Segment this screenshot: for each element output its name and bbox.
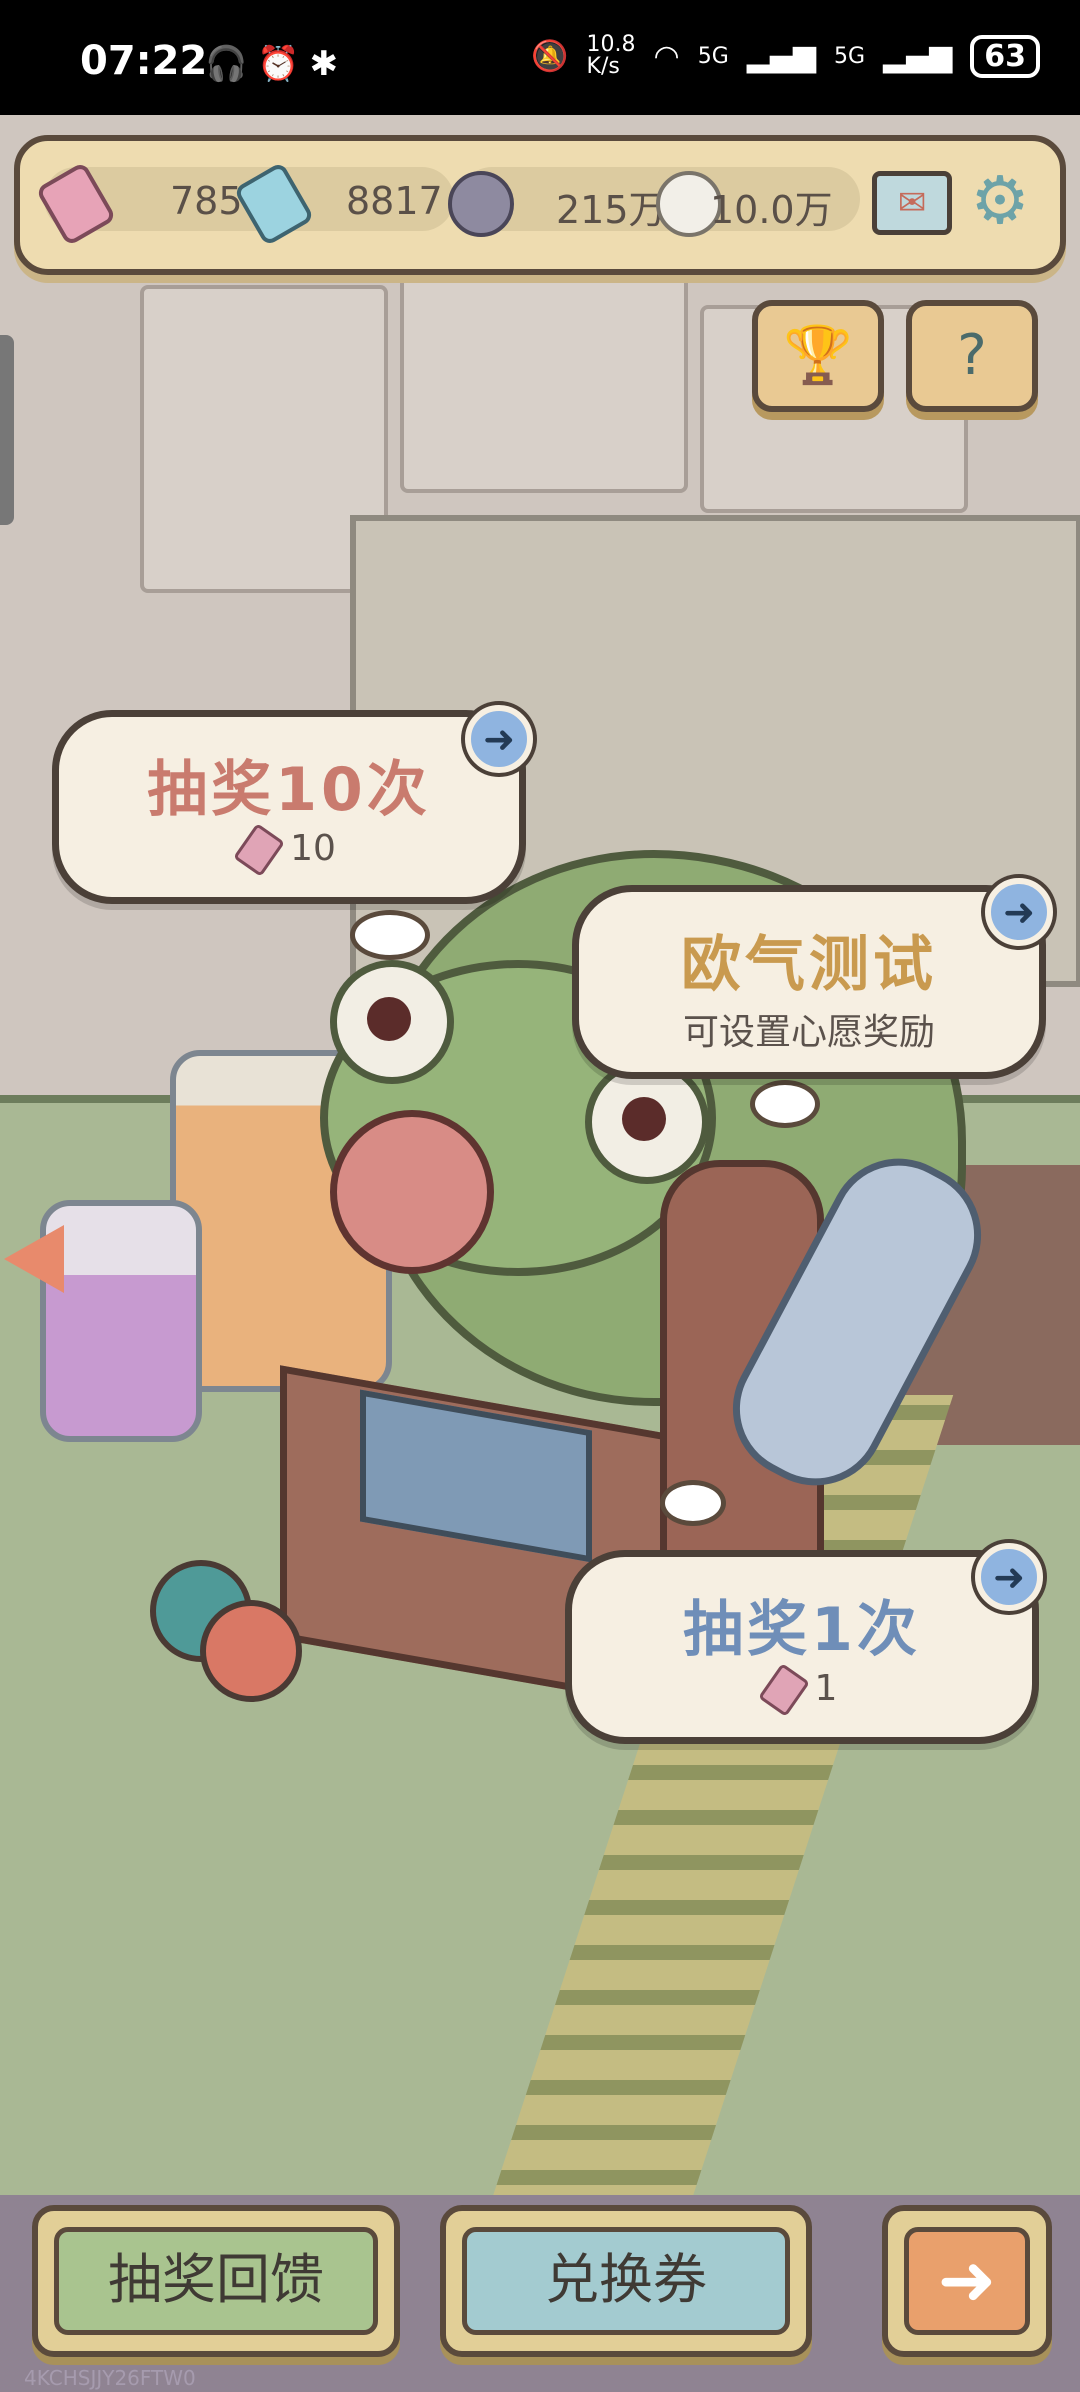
right-arrow-icon: ➜ bbox=[904, 2227, 1030, 2335]
white-drop-count: 10.0万 bbox=[710, 188, 833, 232]
draw-10-title: 抽奖10次 bbox=[147, 755, 431, 825]
signal-2: 5G bbox=[833, 43, 866, 69]
currency-bar: 785 8817 215万 10.0万 ✉ ⚙ bbox=[14, 135, 1066, 275]
thought-dot bbox=[750, 1080, 820, 1128]
signal-1: 5G bbox=[697, 43, 729, 69]
wall-plank bbox=[400, 265, 688, 493]
draw-10-arrow-icon[interactable]: ➜ bbox=[465, 705, 533, 773]
luck-test-subtitle: 可设置心愿奖励 bbox=[682, 1012, 935, 1053]
gear-icon[interactable]: ⚙ bbox=[964, 165, 1036, 237]
feedback-label: 抽奖回馈 bbox=[54, 2227, 378, 2335]
pupil bbox=[367, 997, 411, 1041]
status-right: 🔕 10.8 K/s ◠ 5G ▂▄▆ 5G ▂▄▆ 63 bbox=[531, 34, 1040, 78]
feedback-button[interactable]: 抽奖回馈 bbox=[32, 2205, 400, 2357]
pupil bbox=[622, 1097, 666, 1141]
signal-bars-1-icon: ▂▄▆ bbox=[746, 38, 816, 74]
blue-ticket-count: 8817 bbox=[346, 179, 443, 223]
trophy-button[interactable]: 🏆 bbox=[752, 300, 884, 412]
draw-1-cost-value: 1 bbox=[814, 1668, 838, 1709]
dark-drop-count: 215万 bbox=[556, 188, 667, 232]
next-button[interactable]: ➜ bbox=[882, 2205, 1052, 2357]
frog-eye-left bbox=[330, 960, 454, 1084]
coupon-label: 兑换券 bbox=[462, 2227, 790, 2335]
draw-1-cost: 1 bbox=[572, 1663, 1032, 1717]
side-tab[interactable] bbox=[0, 335, 14, 525]
draw-1-button[interactable]: 抽奖1次 1 bbox=[565, 1550, 1039, 1744]
luck-test-arrow-icon[interactable]: ➜ bbox=[985, 878, 1053, 946]
thought-dot bbox=[660, 1480, 726, 1526]
net-speed: 10.8 K/s bbox=[586, 32, 636, 79]
luck-test-title: 欧气测试 bbox=[681, 930, 937, 1000]
draw-10-cost: 10 bbox=[59, 823, 519, 877]
help-button[interactable]: ? bbox=[906, 300, 1038, 412]
frog-nose bbox=[330, 1110, 494, 1274]
status-time: 07:22 bbox=[80, 38, 208, 84]
ticket-icon bbox=[233, 823, 286, 877]
left-arrow-icon[interactable] bbox=[4, 1225, 64, 1293]
mail-icon[interactable]: ✉ bbox=[872, 171, 952, 235]
draw-1-title: 抽奖1次 bbox=[683, 1595, 921, 1665]
watermark: 4KCHSJJY26FTW0 bbox=[24, 2366, 196, 2390]
red-ball bbox=[200, 1600, 302, 1702]
wifi-icon: ◠ bbox=[653, 38, 680, 74]
status-bar: 07:22 🎧⏰✱ 🔕 10.8 K/s ◠ 5G ▂▄▆ 5G ▂▄▆ 63 bbox=[0, 0, 1080, 115]
purple-jar bbox=[40, 1200, 202, 1442]
mute-icon: 🔕 bbox=[531, 38, 569, 74]
status-left-icons: 🎧⏰✱ bbox=[205, 44, 349, 84]
battery-level: 63 bbox=[970, 34, 1040, 78]
ticket-icon bbox=[757, 1663, 810, 1717]
draw-1-arrow-icon[interactable]: ➜ bbox=[975, 1543, 1043, 1611]
pink-ticket-count: 785 bbox=[170, 179, 243, 223]
luck-test-button[interactable]: 欧气测试 可设置心愿奖励 bbox=[572, 885, 1046, 1079]
thought-dot bbox=[350, 910, 430, 960]
signal-bars-2-icon: ▂▄▆ bbox=[883, 38, 953, 74]
dark-drop-icon bbox=[448, 171, 514, 237]
draw-10-cost-value: 10 bbox=[290, 828, 336, 869]
draw-10-button[interactable]: 抽奖10次 10 bbox=[52, 710, 526, 904]
coupon-button[interactable]: 兑换券 bbox=[440, 2205, 812, 2357]
